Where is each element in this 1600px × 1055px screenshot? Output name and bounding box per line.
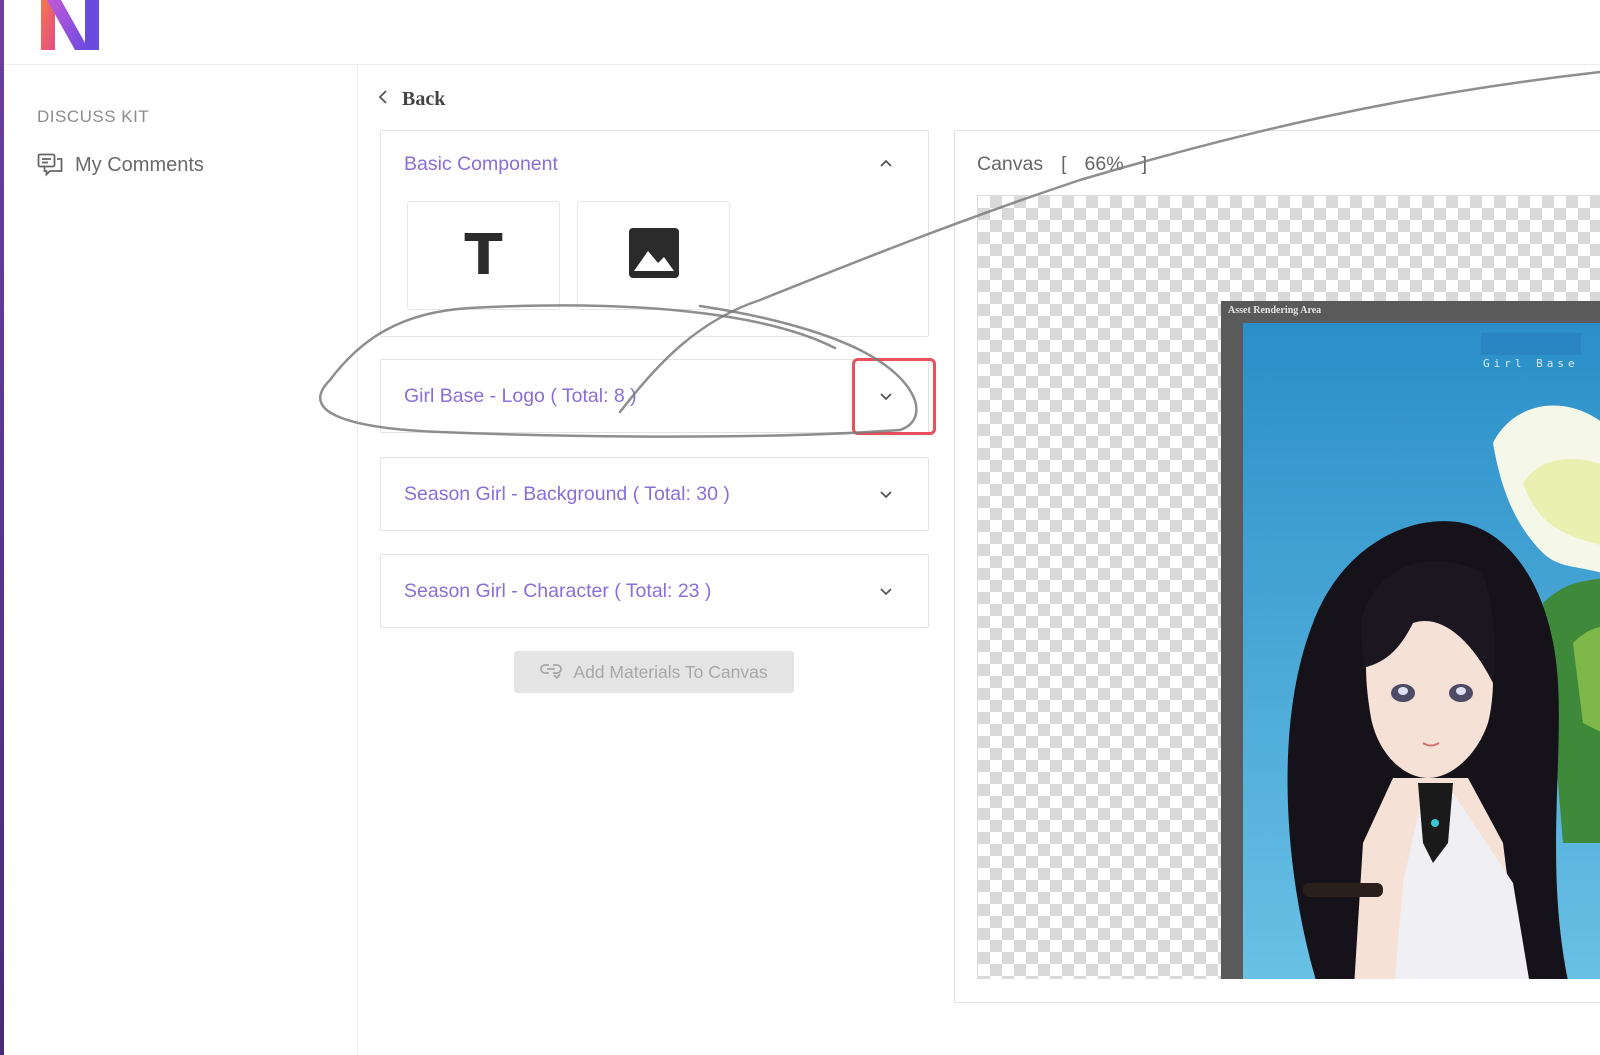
basic-component-panel: Basic Component T — [380, 130, 929, 337]
text-tool-button[interactable]: T — [407, 201, 560, 310]
highlight-box — [852, 358, 936, 435]
character-artwork[interactable]: Girl Base — [1243, 323, 1600, 979]
top-bar — [4, 0, 1600, 65]
image-tool-button[interactable] — [577, 201, 730, 310]
panel-title[interactable]: Basic Component — [404, 153, 558, 176]
sidebar-item-my-comments[interactable]: My Comments — [37, 150, 204, 180]
chevron-left-icon — [378, 89, 388, 110]
zoom-bracket-close: ] — [1141, 153, 1147, 175]
image-icon — [628, 227, 680, 284]
render-area-label: Asset Rendering Area — [1228, 305, 1322, 316]
panel-title[interactable]: Season Girl - Background ( Total: 30 ) — [404, 483, 730, 506]
chevron-down-icon[interactable] — [878, 487, 894, 503]
app-logo[interactable] — [37, 0, 103, 52]
season-girl-character-panel[interactable]: Season Girl - Character ( Total: 23 ) — [380, 554, 929, 628]
preview-watermark: Girl Base — [1481, 333, 1581, 370]
add-materials-button[interactable]: Add Materials To Canvas — [514, 651, 794, 693]
back-button[interactable]: Back — [378, 84, 445, 114]
link-icon — [540, 661, 564, 684]
zoom-level: 66% — [1084, 153, 1124, 175]
text-tool-icon: T — [464, 223, 503, 288]
add-materials-label: Add Materials To Canvas — [573, 661, 768, 682]
canvas-panel: Canvas [ 66% ] Asset Rendering Area Girl… — [954, 130, 1600, 1003]
chevron-up-icon[interactable] — [878, 155, 894, 171]
panel-title[interactable]: Girl Base - Logo ( Total: 8 ) — [404, 385, 637, 408]
sidebar-item-label: My Comments — [75, 153, 204, 176]
canvas-title: Canvas [ 66% ] — [977, 153, 1147, 176]
sidebar-heading: DISCUSS KIT — [37, 107, 150, 126]
season-girl-background-panel[interactable]: Season Girl - Background ( Total: 30 ) — [380, 457, 929, 531]
canvas-label: Canvas — [977, 153, 1044, 175]
canvas-area[interactable]: Asset Rendering Area Girl Base — [977, 195, 1600, 979]
panel-title[interactable]: Season Girl - Character ( Total: 23 ) — [404, 580, 711, 603]
asset-rendering-area[interactable]: Asset Rendering Area Girl Base — [1221, 301, 1600, 979]
sidebar: DISCUSS KIT My Comments — [4, 66, 358, 1055]
chevron-down-icon[interactable] — [878, 584, 894, 600]
back-label: Back — [402, 87, 446, 110]
preview-watermark-text: Girl Base — [1483, 357, 1579, 370]
comments-icon — [37, 153, 63, 177]
zoom-bracket-open: [ — [1061, 153, 1067, 175]
girl-base-logo-panel[interactable]: Girl Base - Logo ( Total: 8 ) — [380, 359, 929, 433]
